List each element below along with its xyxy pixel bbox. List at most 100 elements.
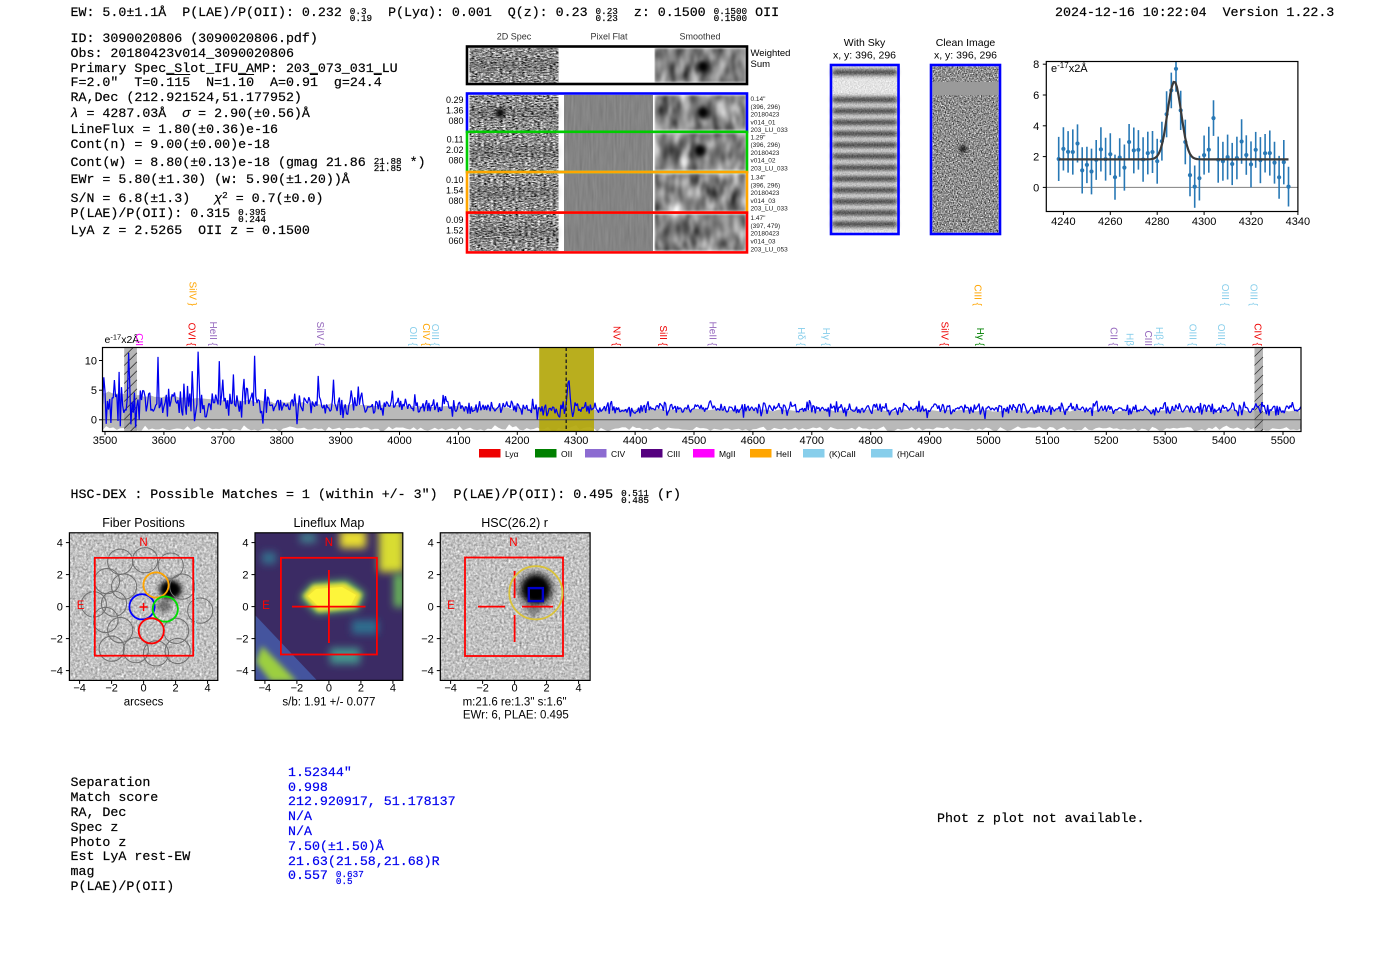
- svg-text:0: 0: [141, 683, 147, 695]
- svg-text:With Sky: With Sky: [844, 37, 886, 49]
- svg-text:1.54: 1.54: [446, 185, 464, 195]
- svg-text:4900: 4900: [917, 435, 941, 447]
- svg-text:4280: 4280: [1145, 216, 1169, 228]
- svg-text:5300: 5300: [1153, 435, 1177, 447]
- svg-text:4200: 4200: [505, 435, 529, 447]
- svg-text:0.29: 0.29: [446, 95, 464, 105]
- svg-text:E: E: [77, 600, 85, 612]
- svg-text:4000: 4000: [387, 435, 411, 447]
- svg-text:arcsecs: arcsecs: [124, 697, 164, 709]
- svg-text:OIII {: OIII {: [1219, 284, 1230, 307]
- svg-text:Hγ {: Hγ {: [820, 328, 831, 347]
- svg-text:0: 0: [512, 683, 518, 695]
- svg-text:2: 2: [428, 570, 434, 582]
- svg-text:20180423: 20180423: [751, 190, 780, 197]
- svg-text:1.29": 1.29": [751, 134, 767, 141]
- svg-text:OVI {: OVI {: [186, 323, 197, 347]
- svg-text:SiIV }: SiIV }: [187, 282, 198, 307]
- svg-text:HeII {: HeII {: [207, 322, 218, 347]
- svg-text:5400: 5400: [1212, 435, 1236, 447]
- svg-text:(396, 296): (396, 296): [751, 104, 781, 111]
- svg-text:(397, 479): (397, 479): [751, 223, 781, 230]
- svg-text:N: N: [325, 537, 333, 549]
- svg-text:5200: 5200: [1094, 435, 1118, 447]
- svg-text:3700: 3700: [211, 435, 235, 447]
- svg-text:2: 2: [242, 570, 248, 582]
- svg-text:0: 0: [91, 415, 97, 427]
- svg-text:20180423: 20180423: [751, 231, 780, 238]
- svg-text:s/b: 1.91 +/- 0.077: s/b: 1.91 +/- 0.077: [282, 697, 375, 709]
- svg-text:4100: 4100: [446, 435, 470, 447]
- svg-text:OIII {: OIII {: [429, 324, 440, 347]
- svg-text:203_LU_033: 203_LU_033: [751, 206, 789, 213]
- svg-text:CIV: CIV: [611, 449, 626, 459]
- svg-text:2D Spec: 2D Spec: [497, 32, 532, 42]
- svg-text:CII: CII: [133, 333, 144, 346]
- svg-text:080: 080: [448, 116, 463, 126]
- svg-text:v014_03: v014_03: [751, 239, 776, 246]
- svg-text:3600: 3600: [152, 435, 176, 447]
- svg-text:1.34": 1.34": [751, 175, 767, 182]
- svg-text:8: 8: [1033, 59, 1039, 71]
- svg-text:−4: −4: [236, 666, 249, 678]
- svg-text:3800: 3800: [269, 435, 293, 447]
- svg-text:4240: 4240: [1051, 216, 1075, 228]
- svg-text:4: 4: [205, 683, 211, 695]
- svg-text:N: N: [509, 537, 517, 549]
- svg-text:Lineflux Map: Lineflux Map: [293, 516, 364, 530]
- svg-text:2: 2: [544, 683, 550, 695]
- svg-text:4400: 4400: [623, 435, 647, 447]
- svg-text:−4: −4: [421, 666, 434, 678]
- svg-text:20180423: 20180423: [751, 112, 780, 119]
- svg-text:5: 5: [91, 385, 97, 397]
- svg-text:080: 080: [448, 196, 463, 206]
- svg-text:−2: −2: [50, 634, 63, 646]
- svg-text:2: 2: [1033, 152, 1039, 164]
- svg-text:Lyα: Lyα: [505, 449, 519, 459]
- svg-text:SiIV {: SiIV {: [314, 322, 325, 347]
- svg-text:v014_03: v014_03: [751, 198, 776, 205]
- svg-text:0: 0: [242, 602, 248, 614]
- svg-text:HeII: HeII: [776, 449, 792, 459]
- svg-text:−2: −2: [291, 683, 304, 695]
- svg-text:0.09: 0.09: [446, 215, 464, 225]
- svg-text:e-17x2Å: e-17x2Å: [1051, 61, 1088, 75]
- svg-text:OIII {: OIII {: [1187, 324, 1198, 347]
- svg-text:−2: −2: [236, 634, 249, 646]
- svg-text:4800: 4800: [858, 435, 882, 447]
- svg-text:CIII: CIII: [667, 449, 680, 459]
- svg-text:OIII {: OIII {: [1215, 324, 1226, 347]
- svg-text:2: 2: [173, 683, 179, 695]
- svg-text:3500: 3500: [93, 435, 117, 447]
- svg-text:NV {: NV {: [611, 326, 622, 347]
- svg-text:−4: −4: [50, 666, 63, 678]
- svg-text:E: E: [262, 600, 270, 612]
- svg-text:OII: OII: [561, 449, 572, 459]
- svg-text:(396, 296): (396, 296): [751, 142, 781, 149]
- svg-text:Pixel Flat: Pixel Flat: [590, 32, 628, 42]
- svg-text:HSC(26.2) r: HSC(26.2) r: [481, 516, 548, 530]
- svg-text:Weighted: Weighted: [751, 48, 791, 59]
- svg-text:080: 080: [448, 155, 463, 165]
- svg-text:4600: 4600: [741, 435, 765, 447]
- svg-text:m:21.6 re:1.3" s:1.6": m:21.6 re:1.3" s:1.6": [463, 697, 567, 709]
- svg-text:(H)CaII: (H)CaII: [897, 449, 924, 459]
- svg-text:SiIV {: SiIV {: [939, 322, 950, 347]
- svg-text:x, y: 396, 296: x, y: 396, 296: [833, 50, 896, 62]
- svg-text:6: 6: [1033, 90, 1039, 102]
- svg-text:4320: 4320: [1239, 216, 1263, 228]
- svg-text:4500: 4500: [682, 435, 706, 447]
- svg-text:MgII: MgII: [719, 449, 736, 459]
- svg-text:Clean Image: Clean Image: [936, 37, 996, 49]
- svg-text:4: 4: [57, 538, 63, 550]
- svg-text:4: 4: [242, 538, 248, 550]
- svg-text:20180423: 20180423: [751, 150, 780, 157]
- svg-text:0: 0: [1033, 182, 1039, 194]
- svg-text:OII {: OII {: [407, 327, 418, 347]
- svg-text:4: 4: [576, 683, 582, 695]
- svg-text:5100: 5100: [1035, 435, 1059, 447]
- svg-text:−2: −2: [476, 683, 489, 695]
- svg-text:CIII {: CIII {: [972, 284, 983, 306]
- svg-text:Hβ {: Hβ {: [1153, 327, 1164, 347]
- svg-text:N: N: [139, 537, 147, 549]
